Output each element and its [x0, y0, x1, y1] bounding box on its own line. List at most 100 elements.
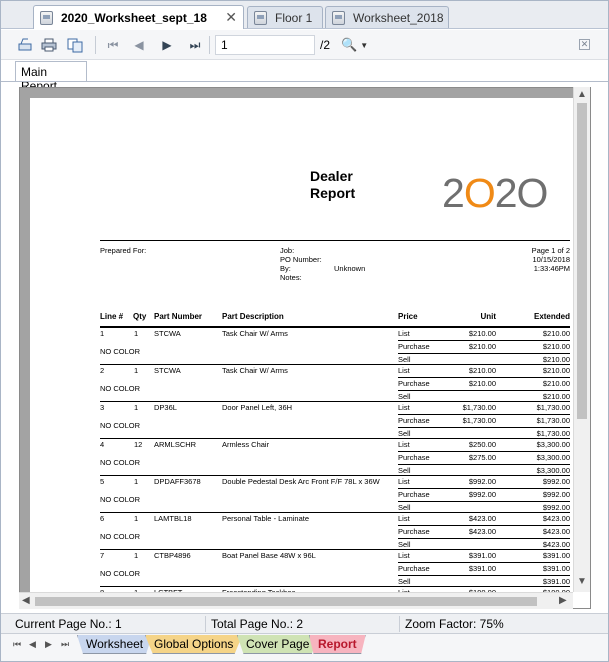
- price-label: Purchase: [398, 527, 430, 536]
- row-divider: [100, 549, 570, 550]
- next-page-icon[interactable]: ▶: [157, 35, 177, 55]
- unit-price: $423.00: [468, 527, 496, 536]
- tab-main-report[interactable]: Main Report: [15, 61, 87, 93]
- by-value: Unknown: [334, 264, 366, 273]
- unit-price: $1,730.00: [462, 403, 496, 412]
- horizontal-scroll-thumb[interactable]: [35, 597, 537, 606]
- total-page-status: Total Page No.: 2: [211, 617, 304, 631]
- unit-price: $423.00: [468, 514, 496, 523]
- row-part-description: Door Panel Left, 36H: [222, 403, 293, 412]
- row-option: NO COLOR: [100, 458, 141, 467]
- row-line-number: 5: [100, 477, 105, 486]
- extended-price: $992.00: [542, 490, 570, 499]
- row-part-number: ARMLSCHR: [154, 440, 197, 449]
- extended-price: $210.00: [542, 355, 570, 364]
- row-part-description: Boat Panel Base 48W x 96L: [222, 551, 316, 560]
- scroll-left-icon[interactable]: ◀: [22, 595, 30, 606]
- price-label: Purchase: [398, 453, 430, 462]
- row-option: NO COLOR: [100, 384, 141, 393]
- chevron-down-icon: ▼: [360, 40, 369, 50]
- print-icon[interactable]: [39, 35, 59, 55]
- current-page-status: Current Page No.: 1: [15, 617, 122, 631]
- report-viewport[interactable]: Dealer Report 2O2O Prepared For: Job: PO…: [19, 87, 591, 609]
- row-divider: [100, 364, 570, 365]
- scroll-right-icon[interactable]: ▶: [559, 595, 567, 606]
- row-divider: [100, 401, 570, 402]
- scroll-down-icon[interactable]: ▼: [577, 576, 587, 587]
- price-label: Sell: [398, 355, 411, 364]
- price-label: List: [398, 440, 410, 449]
- extended-price: $210.00: [542, 392, 570, 401]
- row-part-description: Personal Table - Laminate: [222, 514, 309, 523]
- price-divider: [398, 575, 570, 576]
- row-part-number: CTBP4896: [154, 551, 191, 560]
- row-qty: 1: [134, 551, 139, 560]
- unit-price: $391.00: [468, 551, 496, 560]
- toolbar-separator: [209, 36, 210, 54]
- price-divider: [398, 414, 570, 415]
- price-divider: [398, 353, 570, 354]
- row-part-description: Double Pedestal Desk Arc Front F/F 78L x…: [222, 477, 380, 486]
- row-qty: 1: [134, 477, 139, 486]
- zoom-dropdown[interactable]: 🔍 ▼: [341, 35, 371, 55]
- tab-floor-1[interactable]: Floor 1: [247, 6, 323, 28]
- row-qty: 1: [134, 329, 139, 338]
- row-qty: 1: [134, 514, 139, 523]
- price-divider: [398, 427, 570, 428]
- price-divider: [398, 390, 570, 391]
- row-part-description: Armless Chair: [222, 440, 270, 449]
- sheet-tab-global-options[interactable]: Global Options: [145, 635, 243, 654]
- horizontal-scrollbar[interactable]: ◀ ▶: [19, 592, 573, 609]
- col-extended: Extended: [533, 312, 570, 321]
- extended-price: $391.00: [542, 564, 570, 573]
- row-line-number: 7: [100, 551, 105, 560]
- unit-price: $210.00: [468, 366, 496, 375]
- first-sheet-icon[interactable]: ⏮: [13, 639, 21, 650]
- price-divider: [398, 340, 570, 341]
- extended-price: $423.00: [542, 527, 570, 536]
- price-divider: [398, 451, 570, 452]
- row-qty: 1: [134, 403, 139, 412]
- extended-price: $992.00: [542, 477, 570, 486]
- col-line: Line #: [100, 312, 124, 321]
- current-page-input[interactable]: 1: [215, 35, 315, 55]
- vertical-scrollbar[interactable]: ▲ ▼: [573, 87, 590, 592]
- first-page-icon[interactable]: ⏮: [103, 35, 123, 55]
- report-date: 10/15/2018: [532, 255, 570, 264]
- print-setup-icon[interactable]: [15, 35, 35, 55]
- tab-label: Worksheet_2018: [353, 10, 444, 25]
- prev-sheet-icon[interactable]: ◀: [29, 639, 36, 650]
- sheet-tab-worksheet[interactable]: Worksheet: [77, 635, 153, 654]
- close-icon[interactable]: ✕: [579, 39, 590, 50]
- status-divider: [399, 616, 400, 632]
- sheet-tab-cover-page[interactable]: Cover Page: [237, 635, 319, 654]
- col-part-number: Part Number: [154, 312, 203, 321]
- tab-2020-worksheet[interactable]: 2020_Worksheet_sept_18 ✕: [33, 5, 244, 29]
- price-label: List: [398, 514, 410, 523]
- last-page-icon[interactable]: ⏭: [185, 35, 205, 55]
- scroll-up-icon[interactable]: ▲: [577, 89, 587, 100]
- copy-icon[interactable]: [65, 35, 85, 55]
- close-tab-icon[interactable]: ✕: [225, 9, 237, 26]
- price-label: Sell: [398, 540, 411, 549]
- unit-price: $275.00: [468, 453, 496, 462]
- price-label: Purchase: [398, 342, 430, 351]
- price-label: Sell: [398, 577, 411, 586]
- next-sheet-icon[interactable]: ▶: [45, 639, 52, 650]
- row-qty: 1: [134, 366, 139, 375]
- extended-price: $3,300.00: [536, 466, 570, 475]
- row-divider: [100, 438, 570, 439]
- unit-price: $210.00: [468, 342, 496, 351]
- tab-worksheet-2018[interactable]: Worksheet_2018: [325, 6, 449, 28]
- sheet-tab-report[interactable]: Report: [309, 635, 366, 654]
- price-label: List: [398, 329, 410, 338]
- vertical-scroll-thumb[interactable]: [577, 103, 587, 419]
- price-divider: [398, 488, 570, 489]
- tab-label: Floor 1: [275, 10, 313, 25]
- unit-price: $210.00: [468, 329, 496, 338]
- row-option: NO COLOR: [100, 569, 141, 578]
- col-qty: Qty: [133, 312, 147, 321]
- last-sheet-icon[interactable]: ⏭: [61, 639, 69, 650]
- prev-page-icon[interactable]: ◀: [129, 35, 149, 55]
- extended-price: $210.00: [542, 329, 570, 338]
